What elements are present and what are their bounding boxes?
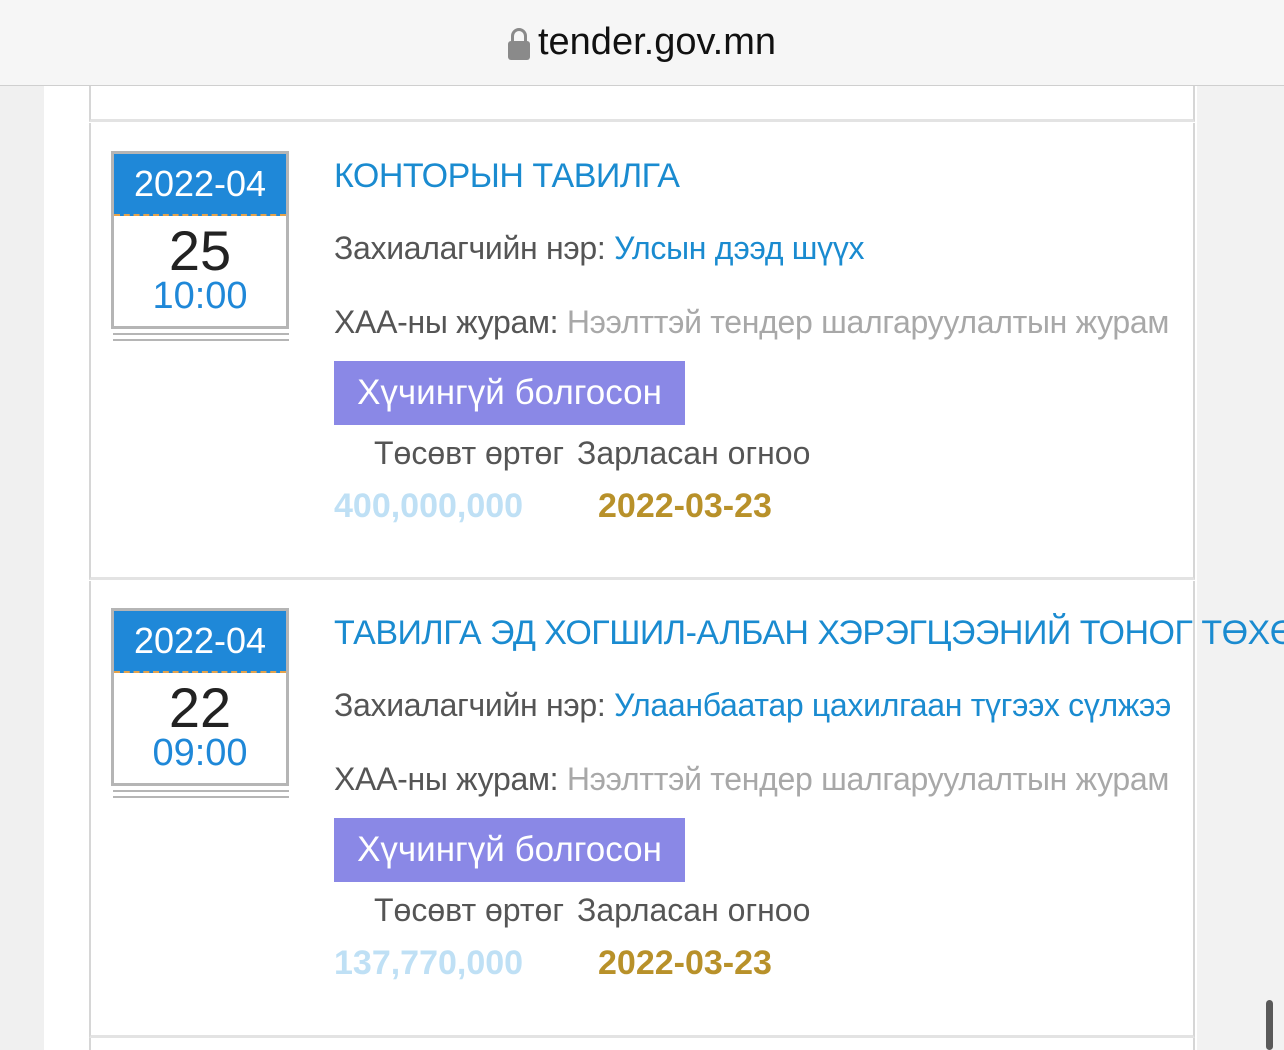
lock-icon: [507, 27, 530, 60]
tender-card[interactable]: 2022-04 25 10:00 КОНТОРЫН ТАВИЛГА Захиал…: [89, 123, 1195, 580]
customer-row: Захиалагчийн нэр: Улсын дээд шүүх: [334, 230, 865, 267]
scrollbar-thumb[interactable]: [1266, 1000, 1273, 1050]
procedure-row: ХАА-ны журам: Нээлттэй тендер шалгаруула…: [334, 304, 1169, 341]
procedure-row: ХАА-ны журам: Нээлттэй тендер шалгаруула…: [334, 761, 1169, 798]
page-left-margin: [0, 86, 44, 1050]
procedure-value: Нээлттэй тендер шалгаруулалтын журам: [566, 304, 1170, 340]
url-text[interactable]: tender.gov.mn: [538, 21, 776, 64]
status-badge: Хүчингүй болгосон: [334, 361, 685, 425]
budget-label: Төсөвт өртөг: [374, 435, 564, 471]
calendar-day: 25: [168, 219, 232, 282]
status-badge: Хүчингүй болгосон: [334, 818, 685, 882]
deadline-calendar: 2022-04 25 10:00: [111, 151, 289, 341]
calendar-day: 22: [168, 676, 232, 739]
budget-value: 137,770,000: [334, 944, 524, 982]
calendar-month: 2022-04: [114, 154, 286, 216]
address-bar[interactable]: tender.gov.mn: [0, 0, 1284, 86]
tender-title-link[interactable]: КОНТОРЫН ТАВИЛГА: [334, 157, 680, 196]
announced-date-label: Зарласан огноо: [577, 892, 811, 928]
customer-row: Захиалагчийн нэр: Улаанбаатар цахилгаан …: [334, 687, 1171, 724]
calendar-time: 09:00: [152, 732, 248, 774]
customer-label: Захиалагчийн нэр:: [334, 230, 606, 266]
calendar-time: 10:00: [152, 275, 248, 317]
customer-link[interactable]: Улаанбаатар цахилгаан түгээх сүлжээ: [614, 687, 1171, 723]
deadline-calendar: 2022-04 22 09:00: [111, 608, 289, 798]
tender-card-next: [89, 1038, 1195, 1050]
announced-date-value: 2022-03-23: [598, 487, 772, 525]
procedure-label: ХАА-ны журам:: [334, 761, 559, 797]
calendar-month: 2022-04: [114, 611, 286, 673]
tender-card-previous: [89, 86, 1195, 122]
customer-label: Захиалагчийн нэр:: [334, 687, 606, 723]
tender-title-link[interactable]: ТАВИЛГА ЭД ХОГШИЛ-АЛБАН ХЭРЭГЦЭЭНИЙ ТОНО…: [334, 614, 1284, 653]
customer-link[interactable]: Улсын дээд шүүх: [614, 230, 864, 266]
budget-value: 400,000,000: [334, 487, 524, 525]
procedure-label: ХАА-ны журам:: [334, 304, 559, 340]
budget-label: Төсөвт өртөг: [374, 892, 564, 928]
procedure-value: Нээлттэй тендер шалгаруулалтын журам: [566, 761, 1170, 797]
announced-date-label: Зарласан огноо: [577, 435, 811, 471]
tender-card[interactable]: 2022-04 22 09:00 ТАВИЛГА ЭД ХОГШИЛ-АЛБАН…: [89, 581, 1284, 1038]
announced-date-value: 2022-03-23: [598, 944, 772, 982]
page-right-margin: [1197, 86, 1284, 1050]
